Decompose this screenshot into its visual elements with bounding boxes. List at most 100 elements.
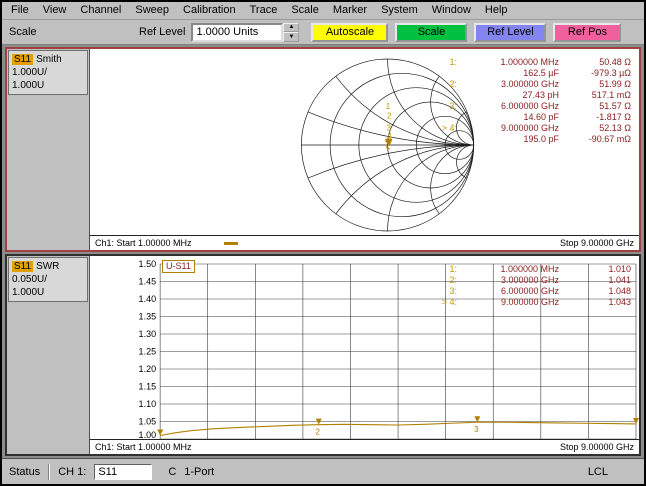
marker-row: 14.60 pF-1.817 Ω xyxy=(427,112,631,123)
marker-value: 1.010 xyxy=(559,264,631,274)
marker-reactance: -1.817 Ω xyxy=(559,112,631,122)
marker-value: 1.043 xyxy=(559,297,631,307)
status-label: Status xyxy=(9,466,40,478)
menu-sweep[interactable]: Sweep xyxy=(128,2,176,19)
cal-status: C xyxy=(168,466,176,478)
status-bar: Status CH 1: S11 C 1-Port LCL xyxy=(2,458,644,484)
trace-badge: S11 xyxy=(12,261,33,272)
sweep-start-label: Ch1: Start 1.00000 MHz xyxy=(95,442,192,452)
swr-marker-readout: 1:1.000000 MHz1.010 2:3.000000 GHz1.041 … xyxy=(427,264,631,308)
marker-row: 1:1.000000 MHz50.48 Ω xyxy=(427,57,631,68)
marker-value: 1.041 xyxy=(559,275,631,285)
trace-scale-value: 1.000U/ xyxy=(12,66,84,79)
trace-ref-value: 1.000U xyxy=(12,286,84,299)
svg-text:1.35: 1.35 xyxy=(139,312,157,322)
menu-system[interactable]: System xyxy=(374,2,425,19)
svg-text:2: 2 xyxy=(316,428,321,437)
menu-trace[interactable]: Trace xyxy=(243,2,285,19)
swr-plot-area[interactable]: 1.501.451.401.351.301.251.201.151.101.05… xyxy=(90,256,639,454)
swr-trace-info[interactable]: S11SWR 0.050U/ 1.000U xyxy=(8,257,88,302)
ref-level-spin-down-button[interactable]: ▼ xyxy=(283,32,299,42)
marker-frequency: 3.000000 GHz xyxy=(457,275,559,285)
svg-text:1.05: 1.05 xyxy=(139,417,157,427)
marker-row: 2:3.000000 GHz51.99 Ω xyxy=(427,79,631,90)
ref-level-label: Ref Level xyxy=(139,26,185,38)
svg-text:3: 3 xyxy=(474,425,479,434)
menu-bar: File View Channel Sweep Calibration Trac… xyxy=(2,2,644,20)
marker-number: 3: xyxy=(427,101,457,111)
ref-level-input[interactable] xyxy=(191,23,283,42)
marker-frequency: 6.000000 GHz xyxy=(457,286,559,296)
ref-level-button[interactable]: Ref Level xyxy=(474,23,546,42)
trace-format-label: Smith xyxy=(36,54,62,65)
smith-panel: S11Smith 1.000U/ 1.000U 1234 1:1.000000 … xyxy=(5,47,641,252)
menu-calibration[interactable]: Calibration xyxy=(176,2,243,19)
marker-row: > 4:9.000000 GHz1.043 xyxy=(427,297,631,308)
active-trace-box[interactable]: S11 xyxy=(94,464,152,480)
marker-reactance: -90.67 mΩ xyxy=(559,134,631,144)
chevron-up-icon: ▲ xyxy=(289,24,295,30)
channel-label: CH 1: xyxy=(58,466,86,478)
scale-button[interactable]: Scale xyxy=(395,23,467,42)
marker-row: 27.43 pH517.1 mΩ xyxy=(427,90,631,101)
autoscale-button[interactable]: Autoscale xyxy=(311,23,388,42)
svg-text:1.40: 1.40 xyxy=(139,294,157,304)
smith-plot-area[interactable]: 1234 1:1.000000 MHz50.48 Ω 162.5 µF-979.… xyxy=(90,49,639,250)
menu-scale[interactable]: Scale xyxy=(284,2,326,19)
vna-app-window: File View Channel Sweep Calibration Trac… xyxy=(0,0,646,486)
statusbar-separator xyxy=(48,464,50,480)
marker-value: 51.99 Ω xyxy=(559,79,631,89)
marker-row: 2:3.000000 GHz1.041 xyxy=(427,275,631,286)
marker-row: 195.0 pF-90.67 mΩ xyxy=(427,134,631,145)
marker-number: 1: xyxy=(427,57,457,67)
marker-frequency: 3.000000 GHz xyxy=(457,79,559,89)
trace-format-label: SWR xyxy=(36,261,59,272)
svg-text:1.10: 1.10 xyxy=(139,399,157,409)
ref-level-spinner: ▲ ▼ xyxy=(283,23,299,42)
marker-frequency: 6.000000 GHz xyxy=(457,101,559,111)
marker-row: 3:6.000000 GHz51.57 Ω xyxy=(427,101,631,112)
scale-toolbar: Scale Ref Level ▲ ▼ Autoscale Scale Ref … xyxy=(2,20,644,45)
sweep-stop-label: Stop 9.00000 GHz xyxy=(560,238,634,248)
trace-ref-value: 1.000U xyxy=(12,79,84,92)
menu-view[interactable]: View xyxy=(36,2,74,19)
menu-marker[interactable]: Marker xyxy=(326,2,374,19)
trace-scale-value: 0.050U/ xyxy=(12,273,84,286)
marker-number: 2: xyxy=(427,275,457,285)
svg-text:1.15: 1.15 xyxy=(139,382,157,392)
marker-frequency: 9.000000 GHz xyxy=(457,123,559,133)
marker-reactance: -979.3 µΩ xyxy=(559,68,631,78)
ref-pos-button[interactable]: Ref Pos xyxy=(553,23,621,42)
marker-frequency: 9.000000 GHz xyxy=(457,297,559,307)
swr-panel-sidebar: S11SWR 0.050U/ 1.000U xyxy=(7,256,90,454)
marker-reactance: 517.1 mΩ xyxy=(559,90,631,100)
chevron-down-icon: ▼ xyxy=(289,34,295,40)
trace-badge: S11 xyxy=(12,54,33,65)
menu-file[interactable]: File xyxy=(4,2,36,19)
smith-plot-footer: Ch1: Start 1.00000 MHz Stop 9.00000 GHz xyxy=(90,235,639,250)
marker-equivalent: 27.43 pH xyxy=(457,90,559,100)
marker-number: 2: xyxy=(427,79,457,89)
svg-text:1.25: 1.25 xyxy=(139,347,157,357)
menu-channel[interactable]: Channel xyxy=(73,2,128,19)
marker-number: > 4: xyxy=(427,297,457,307)
marker-equivalent: 195.0 pF xyxy=(457,134,559,144)
marker-equivalent: 14.60 pF xyxy=(457,112,559,122)
smith-panel-sidebar: S11Smith 1.000U/ 1.000U xyxy=(7,49,90,250)
marker-row: 1:1.000000 MHz1.010 xyxy=(427,264,631,275)
swr-trace-label[interactable]: U-S11 xyxy=(162,260,195,273)
menu-window[interactable]: Window xyxy=(425,2,478,19)
svg-text:1.00: 1.00 xyxy=(139,430,157,439)
marker-row: > 4:9.000000 GHz52.13 Ω xyxy=(427,123,631,134)
marker-value: 51.57 Ω xyxy=(559,101,631,111)
mode-indicator: LCL xyxy=(588,466,608,478)
svg-text:1.45: 1.45 xyxy=(139,277,157,287)
marker-value: 1.048 xyxy=(559,286,631,296)
ref-level-spin-up-button[interactable]: ▲ xyxy=(283,23,299,33)
marker-number: 1: xyxy=(427,264,457,274)
menu-help[interactable]: Help xyxy=(478,2,515,19)
marker-value: 52.13 Ω xyxy=(559,123,631,133)
cal-type: 1-Port xyxy=(184,466,214,478)
smith-trace-info[interactable]: S11Smith 1.000U/ 1.000U xyxy=(8,50,88,95)
sweep-start-label: Ch1: Start 1.00000 MHz xyxy=(95,238,192,248)
